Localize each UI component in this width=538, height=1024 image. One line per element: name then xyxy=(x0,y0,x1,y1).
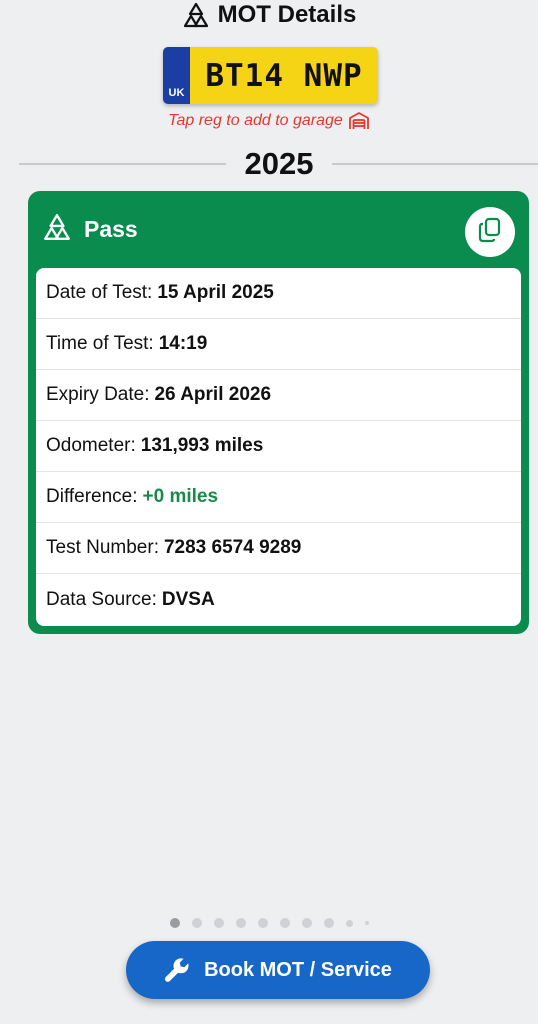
detail-value: 15 April 2025 xyxy=(157,282,274,303)
book-mot-service-button[interactable]: Book MOT / Service xyxy=(126,941,430,999)
detail-label: Time of Test: xyxy=(46,333,154,354)
detail-row-difference: Difference: +0 miles xyxy=(36,472,521,523)
page-dot[interactable] xyxy=(364,921,369,925)
detail-value: +0 miles xyxy=(142,486,219,507)
detail-label: Odometer: xyxy=(46,435,136,456)
page-dot[interactable] xyxy=(235,918,246,928)
detail-row-test-time: Time of Test: 14:19 xyxy=(36,319,521,370)
book-mot-service-label: Book MOT / Service xyxy=(204,958,392,981)
page-dot[interactable] xyxy=(279,918,290,928)
copy-button[interactable] xyxy=(465,207,515,257)
result-details: Date of Test: 15 April 2025 Time of Test… xyxy=(36,268,521,626)
mot-triangles-icon xyxy=(42,213,72,246)
detail-label: Test Number: xyxy=(46,537,159,558)
detail-row-test-date: Date of Test: 15 April 2025 xyxy=(36,268,521,319)
detail-label: Data Source: xyxy=(46,588,157,610)
year-label: 2025 xyxy=(244,146,314,181)
result-header: Pass xyxy=(28,191,529,268)
copy-icon xyxy=(478,217,502,248)
detail-value: 26 April 2026 xyxy=(154,384,272,405)
detail-row-data-source: Data Source: DVSA xyxy=(36,574,521,625)
detail-value: 131,993 miles xyxy=(140,435,264,456)
page-dot[interactable] xyxy=(323,918,334,928)
detail-label: Difference: xyxy=(46,486,138,507)
page-title: MOT Details xyxy=(217,1,357,28)
year-divider: 2025 xyxy=(0,146,538,182)
page-dot[interactable] xyxy=(191,918,202,928)
wrench-icon xyxy=(164,957,190,983)
detail-row-test-number: Test Number: 7283 6574 9289 xyxy=(36,523,521,574)
detail-row-odometer: Odometer: 131,993 miles xyxy=(36,421,521,472)
add-to-garage-hint[interactable]: Tap reg to add to garage xyxy=(0,112,538,130)
detail-label: Expiry Date: xyxy=(46,384,150,405)
garage-icon xyxy=(348,112,370,130)
add-to-garage-text: Tap reg to add to garage xyxy=(168,112,343,129)
mot-triangles-icon xyxy=(182,2,210,28)
detail-value: DVSA xyxy=(161,588,215,610)
divider-line xyxy=(332,163,538,165)
plate-country-band: UK xyxy=(163,47,190,104)
page-dot[interactable] xyxy=(301,918,312,928)
page-header: MOT Details xyxy=(0,0,538,30)
detail-value: 14:19 xyxy=(158,333,208,354)
mot-result-card: Pass Date of Test: 15 April 2025 Time of… xyxy=(28,191,529,634)
page-indicator[interactable] xyxy=(0,917,538,929)
plate-registration: BT14 NWP xyxy=(205,57,363,94)
detail-label: Date of Test: xyxy=(46,282,153,303)
page-dot[interactable] xyxy=(169,918,180,928)
page-dot[interactable] xyxy=(345,919,353,927)
divider-line xyxy=(19,163,226,165)
result-status: Pass xyxy=(84,216,138,242)
plate-country: UK xyxy=(168,87,185,99)
detail-value: 7283 6574 9289 xyxy=(163,537,302,558)
detail-row-expiry-date: Expiry Date: 26 April 2026 xyxy=(36,370,521,421)
page-dot[interactable] xyxy=(257,918,268,928)
page-dot[interactable] xyxy=(213,918,224,928)
registration-plate[interactable]: UK BT14 NWP xyxy=(163,47,378,104)
